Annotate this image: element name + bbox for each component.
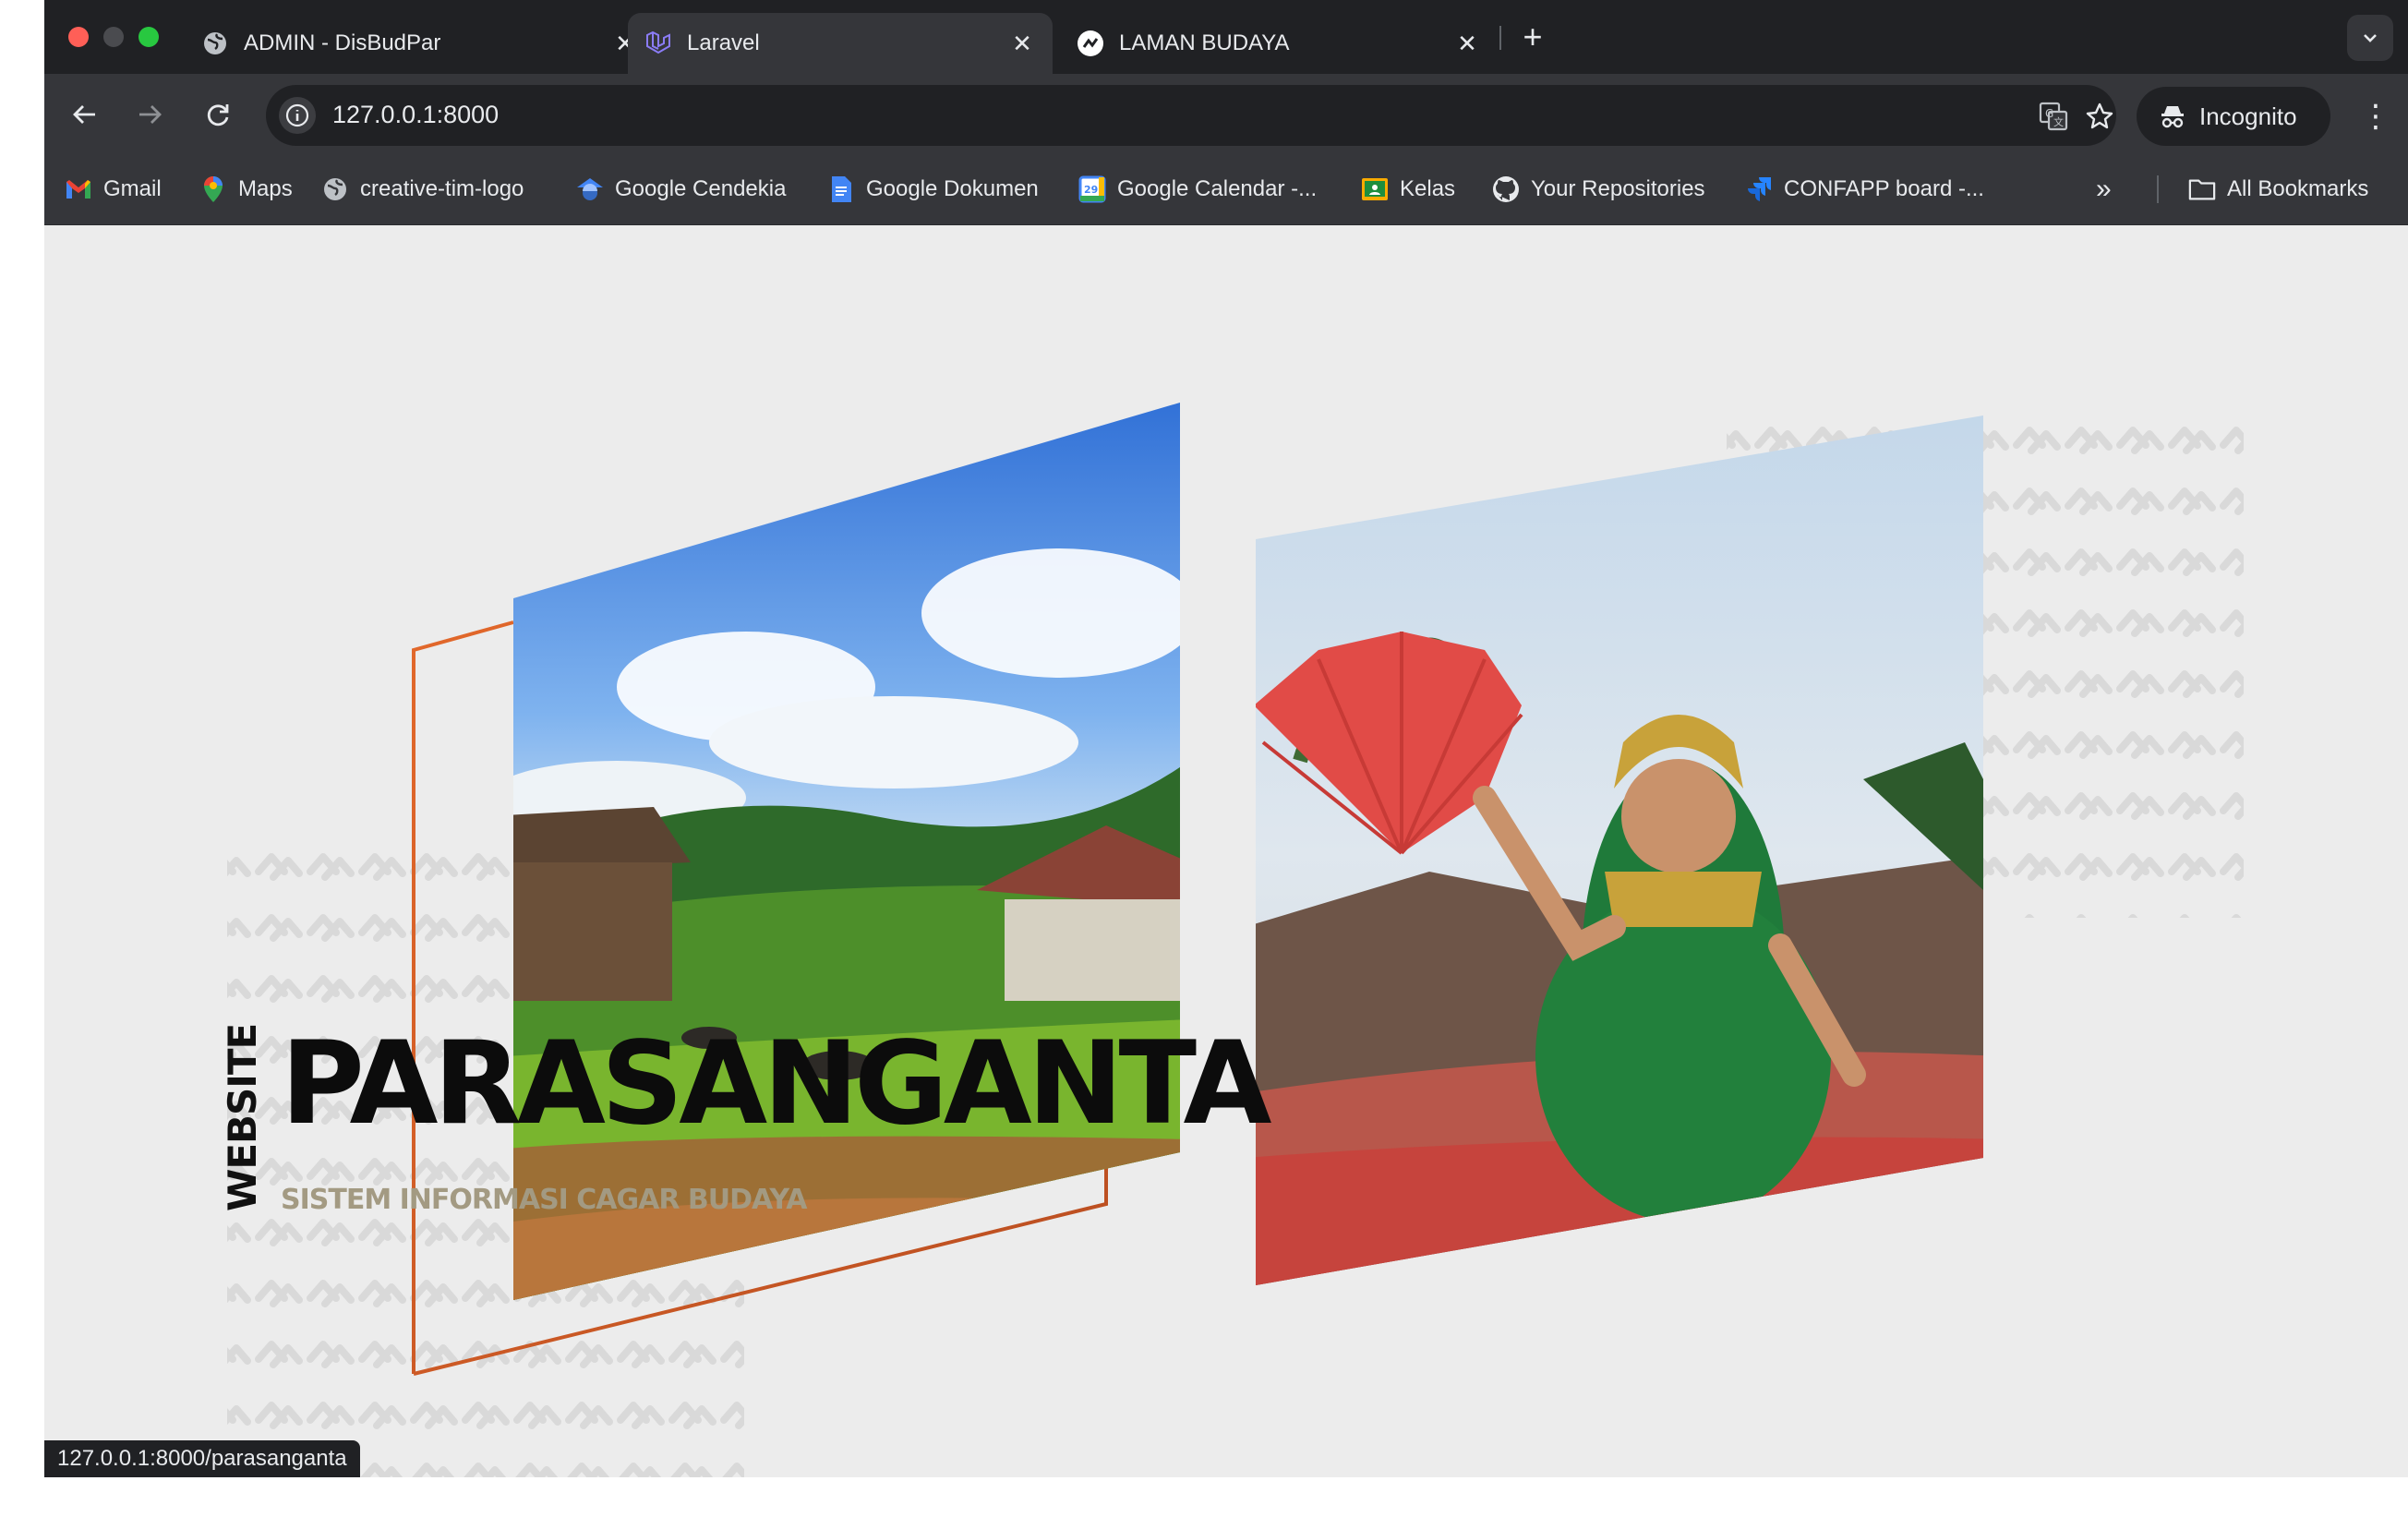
village-landscape-photo bbox=[513, 403, 1180, 1300]
incognito-indicator[interactable]: Incognito bbox=[2137, 87, 2330, 146]
page-content: WEBSITE PARASANGANTA SISTEM INFORMASI CA… bbox=[44, 225, 2408, 1477]
link-status-bubble: 127.0.0.1:8000/parasanganta bbox=[44, 1440, 360, 1477]
tab-admin-disbudpar[interactable]: ADMIN - DisBudPar ✕ bbox=[185, 13, 656, 74]
site-icon bbox=[1077, 30, 1104, 57]
bookmark-star-icon[interactable] bbox=[2083, 100, 2116, 133]
bookmark-label: Your Repositories bbox=[1531, 176, 1705, 201]
bookmark-label: Gmail bbox=[103, 176, 162, 201]
hero-title: PARASANGANTA bbox=[281, 1017, 1271, 1150]
tab-laravel[interactable]: Laravel ✕ bbox=[628, 13, 1053, 74]
tab-laman-budaya[interactable]: LAMAN BUDAYA ✕ bbox=[1060, 13, 1498, 74]
bookmark-google-cendekia[interactable]: Google Cendekia bbox=[576, 172, 786, 207]
bookmark-creative-tim[interactable]: creative-tim-logo bbox=[321, 172, 524, 207]
classroom-icon bbox=[1361, 175, 1389, 203]
bookmark-confapp-board[interactable]: CONFAPP board -... bbox=[1745, 172, 1984, 207]
scholar-icon bbox=[576, 175, 604, 203]
tab-separator bbox=[1499, 26, 1501, 50]
more-menu-icon[interactable]: ⋮ bbox=[2360, 96, 2391, 137]
bookmark-label: Kelas bbox=[1400, 176, 1456, 201]
browser-toolbar: 127.0.0.1:8000 G文 Incognito ⋮ bbox=[44, 74, 2408, 151]
close-tab-icon[interactable]: ✕ bbox=[1008, 30, 1036, 57]
bookmark-label: Google Calendar -... bbox=[1117, 176, 1318, 201]
calendar-icon: 29 bbox=[1078, 175, 1106, 203]
github-icon bbox=[1492, 175, 1520, 203]
svg-text:G: G bbox=[2045, 107, 2053, 120]
site-info-icon[interactable] bbox=[279, 97, 316, 134]
bookmark-label: Google Cendekia bbox=[615, 176, 787, 201]
traditional-fan-dancer-photo bbox=[1256, 415, 1983, 1285]
new-tab-icon[interactable]: + bbox=[1514, 18, 1551, 55]
svg-text:29: 29 bbox=[1084, 184, 1098, 196]
close-tab-icon[interactable]: ✕ bbox=[1453, 30, 1481, 57]
bookmark-your-repositories[interactable]: Your Repositories bbox=[1492, 172, 1705, 207]
tab-title: ADMIN - DisBudPar bbox=[244, 30, 441, 55]
bookmark-label: CONFAPP board -... bbox=[1784, 176, 1984, 201]
screen-bottom-margin bbox=[0, 1477, 2408, 1529]
bookmark-kelas[interactable]: Kelas bbox=[1361, 172, 1455, 207]
laravel-icon bbox=[644, 30, 672, 57]
incognito-label: Incognito bbox=[2199, 102, 2297, 130]
forward-arrow-icon[interactable] bbox=[129, 94, 170, 135]
tab-title: Laravel bbox=[687, 30, 760, 55]
address-bar[interactable]: 127.0.0.1:8000 G文 bbox=[266, 85, 2116, 146]
maps-pin-icon bbox=[199, 175, 227, 203]
screen-left-margin bbox=[0, 0, 44, 1529]
docs-icon bbox=[827, 175, 855, 203]
hero-graphics bbox=[227, 401, 2244, 1477]
bookmark-google-calendar[interactable]: 29 Google Calendar -... bbox=[1078, 172, 1317, 207]
incognito-icon bbox=[2159, 102, 2186, 130]
browser-window: ADMIN - DisBudPar ✕ Laravel ✕ LAMAN BUDA… bbox=[44, 0, 2408, 1477]
bookmark-label: Google Dokumen bbox=[866, 176, 1039, 201]
bookmark-google-dokumen[interactable]: Google Dokumen bbox=[827, 172, 1039, 207]
tab-title: LAMAN BUDAYA bbox=[1119, 30, 1290, 55]
jira-icon bbox=[1745, 175, 1773, 203]
hero-subtitle: SISTEM INFORMASI CAGAR BUDAYA bbox=[281, 1184, 807, 1216]
bookmarks-separator bbox=[2157, 175, 2159, 203]
bookmark-maps[interactable]: Maps bbox=[199, 172, 293, 207]
bookmark-gmail[interactable]: Gmail bbox=[65, 172, 162, 207]
more-bookmarks-chevron-icon[interactable]: » bbox=[2096, 172, 2112, 207]
bookmark-label: Maps bbox=[238, 176, 293, 201]
maximize-window-button[interactable] bbox=[138, 27, 159, 47]
back-arrow-icon[interactable] bbox=[65, 94, 105, 135]
gmail-icon bbox=[65, 175, 92, 203]
globe-icon bbox=[201, 30, 229, 57]
svg-text:文: 文 bbox=[2053, 115, 2064, 128]
globe-icon bbox=[321, 175, 349, 203]
tab-strip: ADMIN - DisBudPar ✕ Laravel ✕ LAMAN BUDA… bbox=[44, 0, 2408, 74]
reload-icon[interactable] bbox=[198, 94, 238, 135]
address-url[interactable]: 127.0.0.1:8000 bbox=[332, 101, 499, 129]
bookmarks-bar: Gmail Maps creative-tim-logo Google Cend… bbox=[44, 151, 2408, 225]
tab-search-chevron-icon[interactable] bbox=[2347, 15, 2393, 61]
translate-icon[interactable]: G文 bbox=[2037, 100, 2070, 133]
minimize-window-button[interactable] bbox=[103, 27, 124, 47]
website-vertical-label: WEBSITE bbox=[220, 1023, 265, 1211]
close-window-button[interactable] bbox=[68, 27, 89, 47]
all-bookmarks-label: All Bookmarks bbox=[2227, 176, 2369, 201]
bookmark-label: creative-tim-logo bbox=[360, 176, 524, 201]
folder-icon bbox=[2188, 175, 2216, 203]
all-bookmarks-button[interactable]: All Bookmarks bbox=[2188, 172, 2368, 207]
